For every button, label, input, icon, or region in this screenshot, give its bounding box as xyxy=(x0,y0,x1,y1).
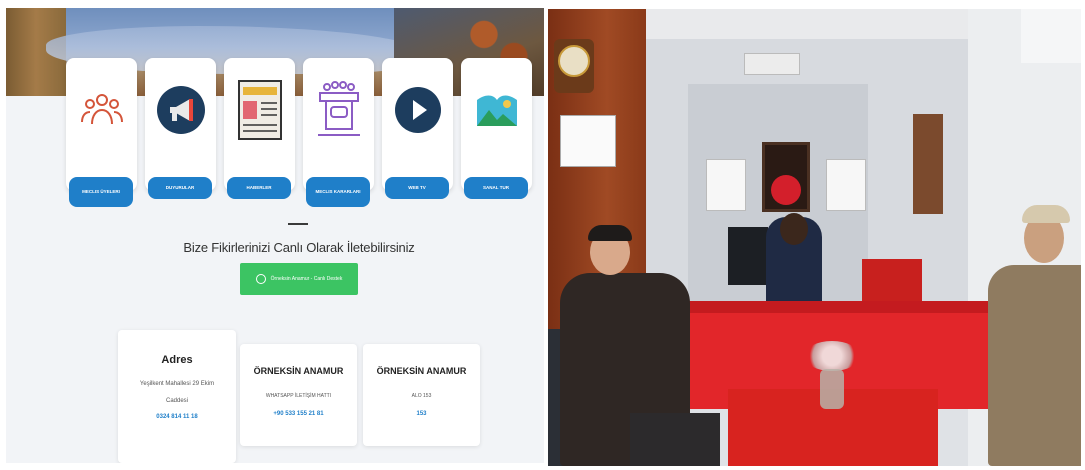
wall-notice-left xyxy=(706,159,746,211)
website-screenshot: Meclis Üyeleri Duyurular xyxy=(6,8,544,463)
wall-cabinet xyxy=(913,114,943,214)
service-card-sanal-tur[interactable]: Sanal Tur xyxy=(461,58,532,199)
framed-portrait xyxy=(762,142,810,212)
wall-notice-right xyxy=(826,159,866,211)
address-phone[interactable]: 0324 814 11 18 xyxy=(118,414,236,420)
address-card: Adres Yeşilkent Mahallesi 29 Ekim Caddes… xyxy=(118,330,236,463)
service-label[interactable]: Meclis Üyeleri xyxy=(69,177,133,207)
elderly-man-left xyxy=(560,223,720,466)
whatsapp-card-subtitle: WHATSAPP İLETİŞİM HATTI xyxy=(265,393,332,399)
service-label[interactable]: Haberler xyxy=(227,177,291,199)
service-cards: Meclis Üyeleri Duyurular xyxy=(66,58,536,208)
flower-vase xyxy=(804,341,860,411)
play-icon xyxy=(391,74,444,146)
alo-card-number[interactable]: 153 xyxy=(363,411,480,417)
tagline: Bize Fikirlerinizi Canlı Olarak İletebil… xyxy=(183,240,415,255)
whatsapp-button[interactable]: Örneksin Anamur - Canlı Destek xyxy=(240,263,358,295)
service-card-duyurular[interactable]: Duyurular xyxy=(145,58,216,199)
service-label[interactable]: Duyurular xyxy=(148,177,212,199)
whatsapp-card: ÖRNEKSİN ANAMUR WHATSAPP İLETİŞİM HATTI … xyxy=(240,344,357,446)
service-label[interactable]: Sanal Tur xyxy=(464,177,528,199)
address-title: Adres xyxy=(161,354,193,366)
office-photo xyxy=(548,9,1081,466)
wall-clock xyxy=(554,39,594,93)
alo-card-title: ÖRNEKSİN ANAMUR xyxy=(376,366,467,376)
service-card-web-tv[interactable]: Web TV xyxy=(382,58,453,199)
ceiling-light xyxy=(1021,9,1081,63)
elderly-man-right xyxy=(978,205,1081,466)
whatsapp-card-phone[interactable]: +90 533 155 21 81 xyxy=(240,411,357,417)
service-card-meclis-kararlari[interactable]: Meclis Kararları xyxy=(303,58,374,207)
service-label[interactable]: Web TV xyxy=(385,177,449,199)
whatsapp-card-title: ÖRNEKSİN ANAMUR xyxy=(253,366,344,376)
service-label[interactable]: Meclis Kararları xyxy=(306,177,370,207)
ceiling-vent xyxy=(744,53,800,75)
notice-poster xyxy=(560,115,616,167)
clerk xyxy=(766,213,822,307)
newspaper-icon xyxy=(233,74,286,146)
section-divider xyxy=(288,223,308,225)
podium-icon xyxy=(312,74,365,146)
megaphone-icon xyxy=(154,74,207,146)
computer-monitor xyxy=(728,227,768,285)
alo-card-subtitle: ALO 153 xyxy=(411,393,432,399)
whatsapp-icon xyxy=(255,274,266,284)
alo-card: ÖRNEKSİN ANAMUR ALO 153 153 xyxy=(363,344,480,446)
whatsapp-button-label: Örneksin Anamur - Canlı Destek xyxy=(270,276,343,282)
service-card-haberler[interactable]: Haberler xyxy=(224,58,295,199)
landscape-icon xyxy=(470,74,523,146)
people-icon xyxy=(75,74,128,146)
address-line2: Caddesi xyxy=(165,398,188,404)
red-chair xyxy=(862,259,922,301)
address-line1: Yeşilkent Mahallesi 29 Ekim xyxy=(139,381,215,387)
service-card-meclis-uyeleri[interactable]: Meclis Üyeleri xyxy=(66,58,137,207)
